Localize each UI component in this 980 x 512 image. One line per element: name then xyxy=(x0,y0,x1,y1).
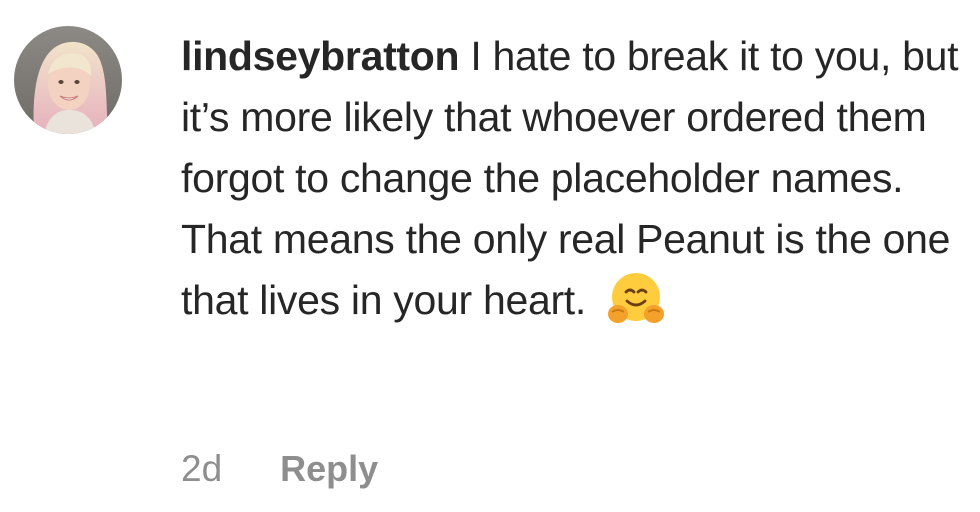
comment-body: lindseybratton I hate to break it to you… xyxy=(181,26,971,331)
username-link[interactable]: lindseybratton xyxy=(181,33,460,79)
timestamp: 2d xyxy=(181,448,223,489)
avatar-image xyxy=(14,26,122,134)
comment-meta: 2d Reply xyxy=(181,448,378,490)
hugging-face-emoji-icon xyxy=(607,270,665,326)
comment: lindseybratton I hate to break it to you… xyxy=(0,0,980,512)
reply-button[interactable]: Reply xyxy=(280,448,378,490)
avatar[interactable] xyxy=(14,26,122,134)
comment-text-block: lindseybratton I hate to break it to you… xyxy=(181,26,971,331)
